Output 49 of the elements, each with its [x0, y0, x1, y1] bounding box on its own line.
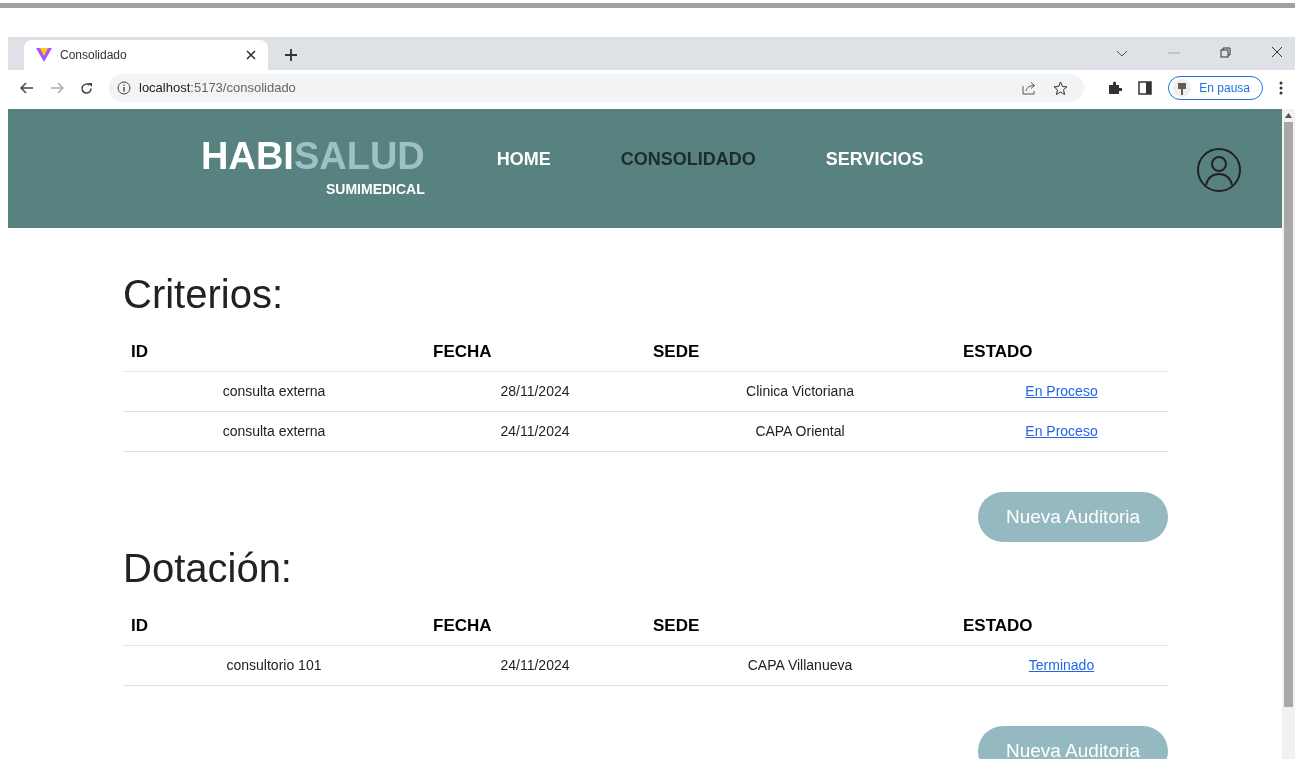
- status-link[interactable]: En Proceso: [1025, 383, 1098, 399]
- puzzle-icon[interactable]: [1108, 81, 1123, 95]
- menu-icon[interactable]: [1279, 81, 1283, 95]
- share-icon[interactable]: [1022, 81, 1038, 95]
- status-link[interactable]: En Proceso: [1025, 423, 1098, 439]
- table-cell-text: 28/11/2024: [499, 382, 571, 401]
- scrollbar-thumb[interactable]: [1284, 122, 1293, 707]
- table-cell-text: consulta externa: [221, 422, 327, 441]
- column-header: SEDE: [652, 614, 701, 637]
- column-header: ESTADO: [962, 614, 1034, 637]
- close-icon[interactable]: [1271, 46, 1283, 58]
- column-header: ID: [130, 614, 149, 637]
- avatar-icon: [1173, 79, 1192, 97]
- close-icon[interactable]: [246, 50, 256, 60]
- tab-title: Consolidado: [60, 47, 128, 64]
- reload-icon[interactable]: [80, 81, 93, 95]
- logo-icon: [36, 48, 52, 62]
- star-icon[interactable]: [1053, 80, 1069, 96]
- column-header: FECHA: [432, 614, 493, 637]
- user-icon[interactable]: [1196, 147, 1242, 193]
- table-cell-text: CAPA Oriental: [754, 422, 846, 441]
- url-text: localhost:5173/consolidado: [139, 79, 296, 98]
- column-header: ID: [130, 340, 149, 363]
- new-tab-icon[interactable]: [284, 48, 298, 62]
- status-link[interactable]: Terminado: [1028, 657, 1095, 673]
- table-cell-text: 24/11/2024: [499, 422, 571, 441]
- side-panel-icon[interactable]: [1138, 81, 1153, 95]
- table-cell-text: 24/11/2024: [499, 656, 571, 675]
- logo-subtitle: SUMIMEDICAL: [326, 180, 425, 199]
- column-header: FECHA: [432, 340, 493, 363]
- info-icon: [117, 81, 131, 95]
- back-icon[interactable]: [20, 82, 34, 94]
- table-cell-text: Clinica Victoriana: [745, 382, 855, 401]
- chevron-icon[interactable]: [1116, 50, 1128, 58]
- table-cell-text: consulta externa: [221, 382, 327, 401]
- nav-link[interactable]: SERVICIOS: [825, 146, 924, 173]
- restore-icon[interactable]: [1220, 47, 1231, 58]
- nav-link[interactable]: CONSOLIDADO: [620, 146, 756, 173]
- table-cell-text: consultorio 101: [225, 656, 323, 675]
- scroll-up-icon[interactable]: [1285, 113, 1292, 118]
- column-header: SEDE: [652, 340, 701, 363]
- logo-text: HABISALUD: [201, 137, 425, 175]
- address-bar[interactable]: localhost:5173/consolidado: [109, 74, 1085, 102]
- nav-link[interactable]: HOME: [496, 146, 551, 173]
- browser-tab[interactable]: Consolidado: [24, 40, 268, 70]
- section-title: Criterios:: [123, 271, 285, 318]
- section-title: Dotación:: [123, 545, 293, 592]
- table-cell-text: CAPA Villanueva: [746, 656, 854, 675]
- column-header: ESTADO: [962, 340, 1034, 363]
